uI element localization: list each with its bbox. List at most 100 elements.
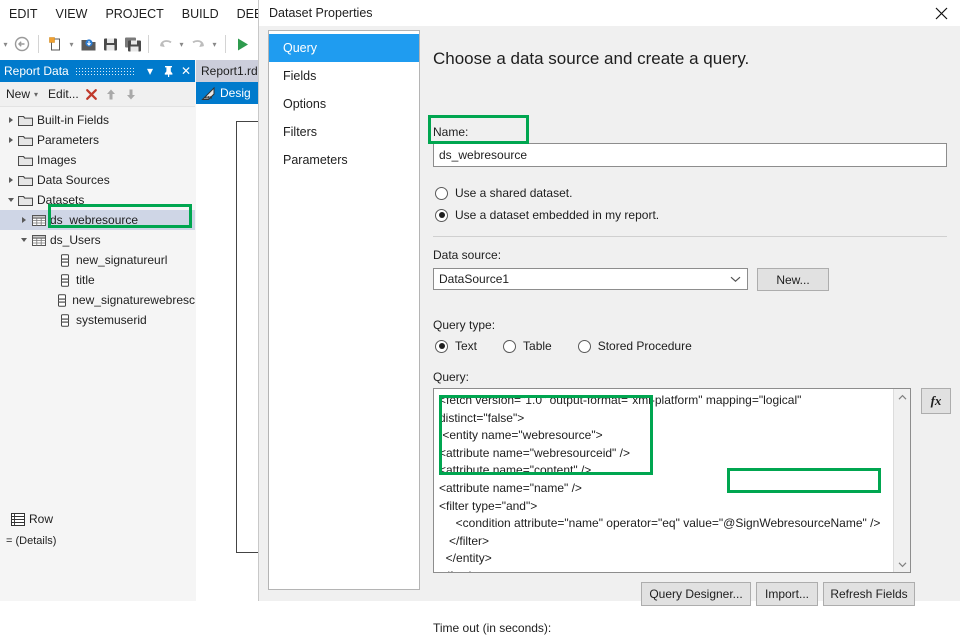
redo-caret[interactable]: ▾ [209,32,220,56]
report-data-tree: Built-in Fields Parameters Images Data Sour… [0,107,195,330]
redo-icon[interactable] [187,32,209,56]
tree-item[interactable]: Datasets [0,190,195,210]
tree-item-label: Datasets [37,193,85,207]
report-design-canvas[interactable] [196,104,468,601]
chevron-right-icon[interactable] [4,137,17,143]
tree-item[interactable]: Data Sources [0,170,195,190]
menu-item-edit[interactable]: EDIT [0,0,46,28]
query-textarea[interactable]: <fetch version="1.0" output-format="xml-… [433,388,911,573]
query-label: Query: [433,370,470,384]
folder-icon [17,154,34,167]
dialog-nav-parameters[interactable]: Parameters [269,146,419,174]
new-item-caret[interactable]: ▾ [66,32,77,56]
open-file-icon[interactable] [77,32,99,56]
query-type-option-stored-procedure[interactable]: Stored Procedure [577,339,692,353]
tree-item[interactable]: new_signatureurl [0,250,195,270]
close-icon[interactable] [931,3,951,23]
menu-item-project[interactable]: PROJECT [96,0,172,28]
tree-item-label: new_signaturewebresc [72,293,195,307]
query-type-option-text[interactable]: Text [435,339,477,353]
undo-caret[interactable]: ▾ [176,32,187,56]
chevron-up-icon[interactable] [894,389,910,405]
arrow-down-icon[interactable] [123,88,140,101]
chevron-down-icon[interactable] [723,275,747,283]
tree-item[interactable]: Built-in Fields [0,110,195,130]
dialog-nav-fields[interactable]: Fields [269,62,419,90]
query-designer-button[interactable]: Query Designer... [641,582,751,606]
new-dropdown-caret[interactable]: ▾ [34,90,44,99]
embedded-dataset-label: Use a dataset embedded in my report. [455,208,660,222]
dialog-nav-query[interactable]: Query [269,34,419,62]
embedded-dataset-radio[interactable]: Use a dataset embedded in my report. [435,208,659,222]
new-button[interactable]: New [2,87,34,101]
tree-item[interactable]: ds_Users [0,230,195,250]
refresh-fields-button[interactable]: Refresh Fields [823,582,915,606]
query-type-label: Query type: [433,318,496,332]
tree-item-selected[interactable]: ds_webresource [0,210,195,230]
expression-button[interactable]: fx [921,388,951,414]
save-all-icon[interactable] [121,32,143,56]
save-icon[interactable] [99,32,121,56]
toolbar-overflow-caret[interactable]: ▾ [0,32,11,56]
report-data-toolbar: New ▾ Edit... [0,82,195,107]
dialog-nav-filters[interactable]: Filters [269,118,419,146]
undo-icon[interactable] [154,32,176,56]
folder-icon [17,174,34,187]
dataset-icon [30,214,47,227]
shared-dataset-label: Use a shared dataset. [455,186,573,200]
tree-item-label: systemuserid [76,313,147,327]
chevron-down-icon[interactable]: ▾ [141,61,159,81]
row-groups-header: Row [0,508,62,530]
folder-icon [17,134,34,147]
tree-item-label: ds_webresource [50,213,139,227]
tree-item-label: title [76,273,95,287]
folder-icon [17,194,34,207]
start-debug-icon[interactable] [231,32,253,56]
query-scrollbar[interactable] [893,389,910,572]
tree-item[interactable]: new_signaturewebresc [0,290,195,310]
arrow-up-icon[interactable] [103,88,120,101]
query-type-option-label: Text [455,339,478,353]
tree-item-label: Data Sources [37,173,110,187]
query-type-options: Text Table Stored Procedure [435,339,718,353]
fx-icon: fx [930,393,942,408]
menu-item-build[interactable]: BUILD [173,0,228,28]
name-input[interactable]: ds_webresource [433,143,947,167]
new-item-icon[interactable] [44,32,66,56]
row-groups-detail[interactable]: = (Details) [0,530,62,552]
tree-item[interactable]: Parameters [0,130,195,150]
close-icon[interactable]: ✕ [177,61,195,81]
radio-indicator [435,339,448,353]
standard-toolbar: ▾ ▾ ▾ ▾ [0,28,270,60]
dialog-body: Query Fields Options Filters Parameters Choo… [259,26,960,635]
import-button[interactable]: Import... [756,582,818,606]
chevron-down-icon[interactable] [894,556,910,572]
dialog-title-bar: Dataset Properties [259,0,960,26]
tree-item[interactable]: systemuserid [0,310,195,330]
tree-item[interactable]: title [0,270,195,290]
chevron-right-icon[interactable] [17,217,30,223]
designer-tab-label: Desig [220,86,251,100]
red-x-icon[interactable] [83,88,100,101]
application-window: EDIT VIEW PROJECT BUILD DEBU ▾ ▾ ▾ ▾ Rep… [0,0,960,635]
tree-item-label: Built-in Fields [37,113,110,127]
query-type-option-label: Table [523,339,552,353]
document-tab-label: Report1.rd [201,64,258,78]
shared-dataset-radio[interactable]: Use a shared dataset. [435,186,572,200]
chevron-down-icon[interactable] [4,198,17,202]
navigate-back-icon[interactable] [11,32,33,56]
query-type-option-table[interactable]: Table [503,339,552,353]
edit-button[interactable]: Edit... [44,87,83,101]
menu-item-view[interactable]: VIEW [46,0,96,28]
chevron-down-icon[interactable] [17,238,30,242]
field-icon [56,273,73,287]
pin-icon[interactable] [159,61,177,81]
dialog-nav-options[interactable]: Options [269,90,419,118]
tree-item[interactable]: Images [0,150,195,170]
data-source-select[interactable]: DataSource1 [433,268,748,290]
new-data-source-button[interactable]: New... [757,268,829,291]
drag-handle-dots[interactable] [74,67,135,75]
field-icon [54,293,69,307]
chevron-right-icon[interactable] [4,177,17,183]
chevron-right-icon[interactable] [4,117,17,123]
